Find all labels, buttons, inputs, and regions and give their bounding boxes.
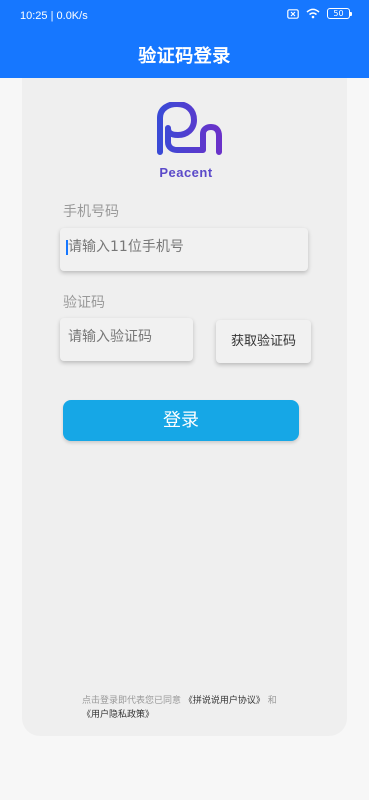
network-speed: 0.0K/s [56, 10, 88, 22]
phone-placeholder: 请输入11位手机号 [68, 239, 184, 255]
agreement-prefix: 点击登录即代表您已同意 [82, 696, 182, 706]
text-cursor [66, 240, 68, 255]
login-button[interactable]: 登录 [63, 400, 299, 441]
elephant-logo-icon [157, 101, 222, 155]
agreement-conjunction: 和 [267, 696, 277, 706]
status-time-network: 10:25 | 0.0K/s [20, 10, 88, 22]
get-code-button[interactable]: 获取验证码 [216, 320, 311, 363]
agreement-line-1: 点击登录即代表您已同意 《拼说说用户协议》 和 [82, 694, 312, 708]
verification-code-input[interactable]: 请输入验证码 [60, 318, 193, 361]
brand-logo: Peacent [150, 101, 222, 180]
status-time: 10:25 [20, 10, 48, 22]
page-title: 验证码登录 [138, 46, 231, 67]
battery-icon: 50 [327, 8, 352, 19]
close-box-icon [287, 8, 299, 19]
user-agreement-link[interactable]: 《拼说说用户协议》 [184, 696, 265, 706]
code-placeholder: 请输入验证码 [68, 329, 152, 345]
agreement-text: 点击登录即代表您已同意 《拼说说用户协议》 和 《用户隐私政策》 [82, 694, 312, 722]
login-page: 10:25 | 0.0K/s 50 验证码登录 Peacent 手机号码 请输入… [0, 0, 369, 800]
brand-name: Peacent [159, 165, 213, 180]
code-label: 验证码 [63, 295, 105, 311]
phone-label: 手机号码 [63, 204, 119, 220]
status-bar: 10:25 | 0.0K/s 50 [0, 0, 369, 32]
privacy-policy-link[interactable]: 《用户隐私政策》 [82, 710, 154, 720]
phone-input[interactable]: 请输入11位手机号 [60, 228, 308, 271]
agreement-line-2: 《用户隐私政策》 [82, 708, 312, 722]
wifi-icon [306, 8, 320, 19]
status-icons: 50 [287, 8, 352, 19]
app-header: 10:25 | 0.0K/s 50 验证码登录 [0, 0, 369, 78]
